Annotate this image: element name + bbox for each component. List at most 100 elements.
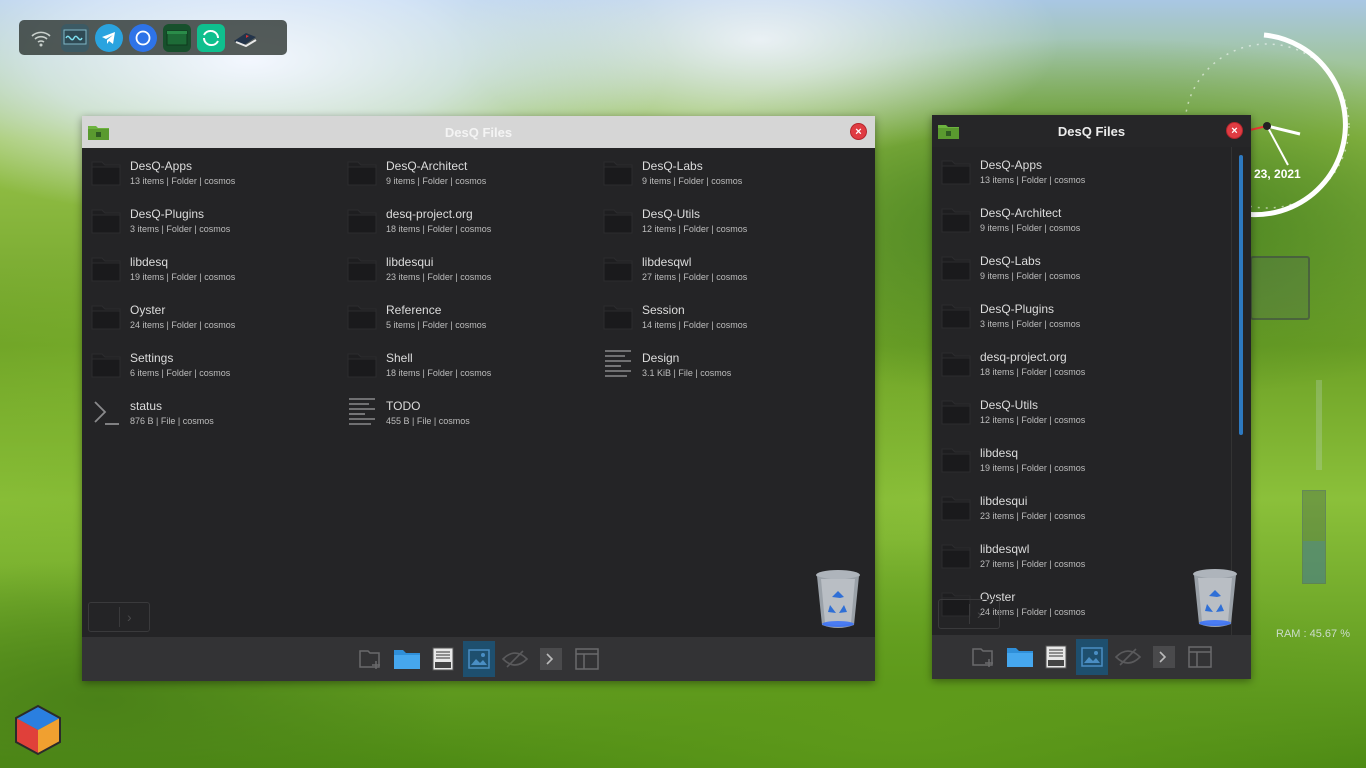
folder-icon (941, 539, 971, 571)
telegram-icon[interactable] (95, 23, 123, 52)
new-folder-icon[interactable] (355, 641, 387, 677)
file-name: DesQ-Utils (642, 207, 701, 221)
folder-icon (91, 348, 121, 380)
file-item[interactable]: DesQ-Architect 9 items | Folder | cosmos (932, 197, 1172, 241)
file-item[interactable]: DesQ-Utils 12 items | Folder | cosmos (932, 389, 1172, 433)
save-drive-icon[interactable] (1040, 639, 1072, 675)
window-titlebar[interactable]: DesQ Files × (932, 115, 1251, 147)
file-meta: 23 items | Folder | cosmos (386, 272, 492, 282)
terminal-icon[interactable] (163, 23, 191, 52)
file-item[interactable]: Session 14 items | Folder | cosmos (594, 294, 834, 338)
file-item[interactable]: libdesqwl 27 items | Folder | cosmos (932, 533, 1172, 577)
image-preview-icon[interactable] (462, 641, 495, 677)
file-item[interactable]: libdesqui 23 items | Folder | cosmos (338, 246, 578, 290)
file-item[interactable]: DesQ-Plugins 3 items | Folder | cosmos (932, 293, 1172, 337)
file-meta: 13 items | Folder | cosmos (130, 176, 236, 186)
folder-icon (347, 204, 377, 236)
hidden-files-icon[interactable] (499, 641, 531, 677)
file-item[interactable]: DesQ-Utils 12 items | Folder | cosmos (594, 198, 834, 242)
folder-icon (941, 443, 971, 475)
trash-icon[interactable] (815, 569, 861, 629)
file-list: DesQ-Apps 13 items | Folder | cosmos DesQ-… (932, 147, 1251, 635)
folder-icon (941, 491, 971, 523)
navigation-buttons[interactable]: › (938, 599, 1000, 629)
file-meta: 455 B | File | cosmos (386, 416, 470, 426)
folder-icon (91, 204, 121, 236)
file-item[interactable]: DesQ-Apps 13 items | Folder | cosmos (82, 150, 322, 194)
close-button[interactable]: × (1226, 122, 1243, 139)
terminal-icon[interactable] (1148, 639, 1180, 675)
file-item[interactable]: desq-project.org 18 items | Folder | cosm… (932, 341, 1172, 385)
file-item[interactable]: desq-project.org 18 items | Folder | cosm… (338, 198, 578, 242)
folder-icon (603, 300, 633, 332)
file-item[interactable]: Oyster 24 items | Folder | cosmos (82, 294, 322, 338)
file-meta: 12 items | Folder | cosmos (980, 415, 1086, 425)
file-item[interactable]: libdesqui 23 items | Folder | cosmos (932, 485, 1172, 529)
file-name: DesQ-Plugins (980, 302, 1055, 316)
file-meta: 14 items | Folder | cosmos (642, 320, 748, 330)
file-item[interactable]: DesQ-Apps 13 items | Folder | cosmos (932, 149, 1172, 193)
file-meta: 3 items | Folder | cosmos (130, 224, 231, 234)
folder-icon[interactable] (1004, 639, 1036, 675)
file-item[interactable]: DesQ-Plugins 3 items | Folder | cosmos (82, 198, 322, 242)
app-launcher-icon[interactable] (12, 704, 64, 758)
file-name: Oyster (130, 303, 166, 317)
file-manager-window: DesQ Files × DesQ-Apps 13 items | Folder … (82, 116, 875, 681)
file-name: DesQ-Apps (980, 158, 1043, 172)
file-item[interactable]: libdesq 19 items | Folder | cosmos (932, 437, 1172, 481)
file-item[interactable]: DesQ-Architect 9 items | Folder | cosmos (338, 150, 578, 194)
file-item[interactable]: Shell 18 items | Folder | cosmos (338, 342, 578, 386)
new-folder-icon[interactable] (968, 639, 1000, 675)
file-name: DesQ-Architect (386, 159, 468, 173)
file-item[interactable]: DesQ-Labs 9 items | Folder | cosmos (932, 245, 1172, 289)
save-drive-icon[interactable] (427, 641, 459, 677)
forward-arrow-icon[interactable]: › (977, 606, 982, 622)
file-item[interactable]: status 876 B | File | cosmos (82, 390, 322, 434)
reader-icon[interactable] (231, 24, 259, 52)
navigation-buttons[interactable]: › (88, 602, 150, 632)
file-meta: 3.1 KiB | File | cosmos (642, 368, 732, 378)
file-name: desq-project.org (980, 350, 1067, 364)
file-meta: 9 items | Folder | cosmos (980, 271, 1081, 281)
scroll-track (1231, 147, 1232, 635)
forward-arrow-icon[interactable]: › (127, 609, 132, 625)
file-item[interactable]: Settings 6 items | Folder | cosmos (82, 342, 322, 386)
file-item[interactable]: libdesqwl 27 items | Folder | cosmos (594, 246, 834, 290)
ram-label: RAM : 45.67 % (1276, 628, 1350, 640)
file-item[interactable]: TODO 455 B | File | cosmos (338, 390, 578, 434)
file-meta: 9 items | Folder | cosmos (386, 176, 487, 186)
text-file-icon (347, 396, 377, 428)
hidden-files-icon[interactable] (1112, 639, 1144, 675)
file-item[interactable]: libdesq 19 items | Folder | cosmos (82, 246, 322, 290)
system-monitor-icon[interactable] (61, 23, 89, 52)
window-titlebar[interactable]: DesQ Files × (82, 116, 875, 148)
file-item[interactable]: Reference 5 items | Folder | cosmos (338, 294, 578, 338)
file-meta: 18 items | Folder | cosmos (386, 224, 492, 234)
element-icon[interactable] (197, 23, 225, 52)
ram-gauge-fill (1303, 540, 1325, 583)
side-panel-icon[interactable] (571, 641, 603, 677)
file-name: libdesqwl (980, 542, 1030, 556)
file-item[interactable]: DesQ-Labs 9 items | Folder | cosmos (594, 150, 834, 194)
file-meta: 18 items | Folder | cosmos (980, 367, 1086, 377)
close-button[interactable]: × (850, 123, 867, 140)
signal-icon[interactable] (129, 23, 157, 52)
side-panel-icon[interactable] (1184, 639, 1216, 675)
folder-icon (941, 251, 971, 283)
file-item[interactable]: Design 3.1 KiB | File | cosmos (594, 342, 834, 386)
image-preview-icon[interactable] (1075, 639, 1108, 675)
file-manager-window-list: DesQ Files × DesQ-Apps 13 items | Folder … (932, 115, 1251, 679)
file-name: libdesq (130, 255, 169, 269)
wifi-icon[interactable] (27, 24, 55, 52)
folder-icon (941, 203, 971, 235)
file-meta: 6 items | Folder | cosmos (130, 368, 231, 378)
trash-icon[interactable] (1192, 568, 1238, 628)
folder-icon (347, 300, 377, 332)
folder-icon[interactable] (391, 641, 423, 677)
file-name: Shell (386, 351, 413, 365)
file-name: libdesqui (386, 255, 434, 269)
vertical-scrollbar[interactable] (1239, 155, 1243, 435)
cpu-gauge (1316, 380, 1322, 470)
file-name: DesQ-Labs (642, 159, 703, 173)
terminal-icon[interactable] (535, 641, 567, 677)
